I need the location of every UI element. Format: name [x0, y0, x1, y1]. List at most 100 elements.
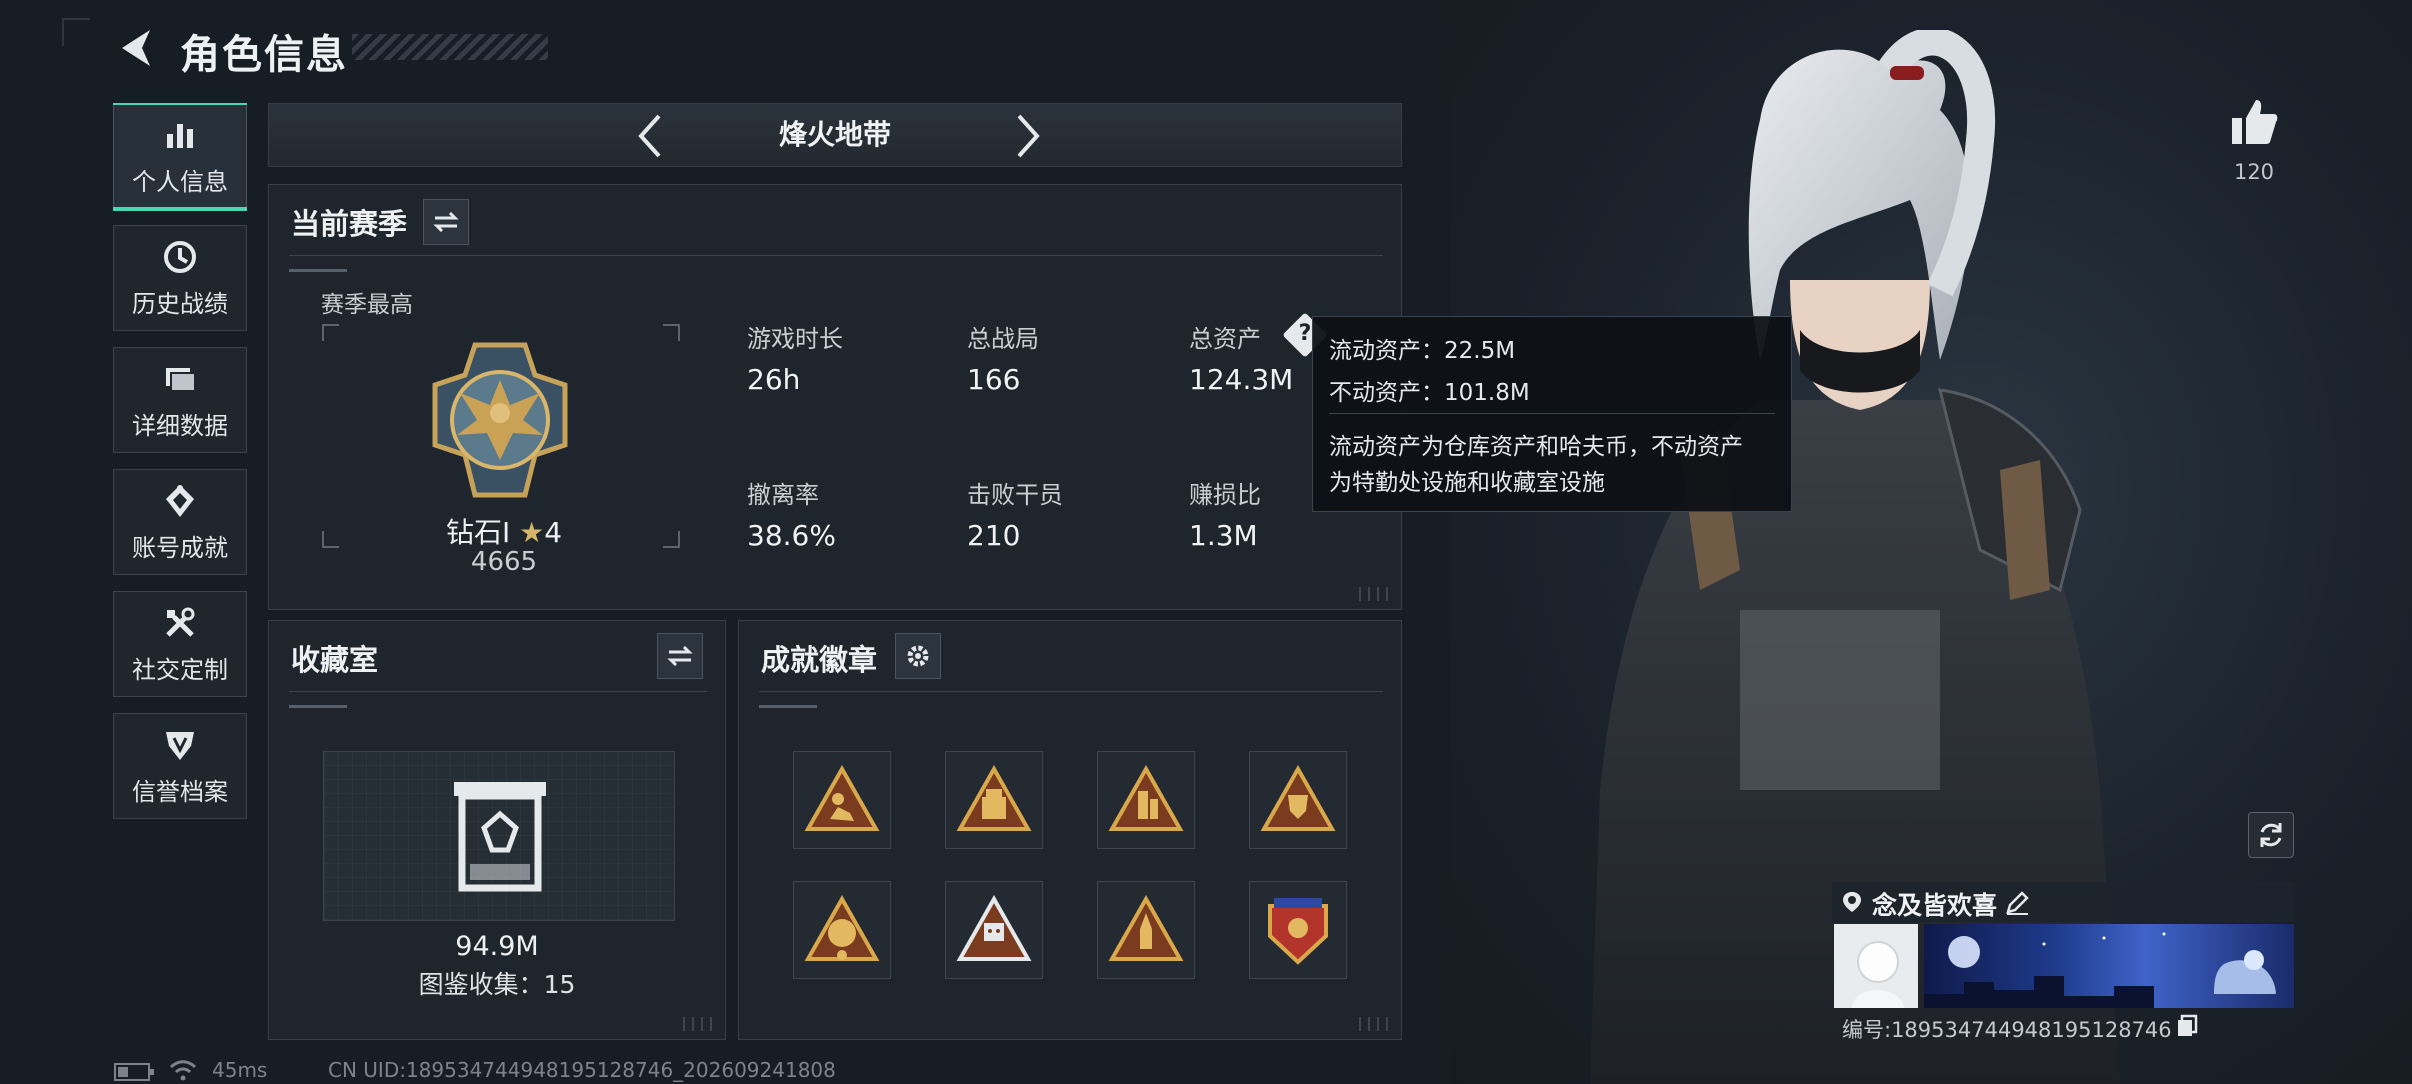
diamond-rank-emblem-icon [432, 342, 568, 498]
stat-label-extract-rate: 撤离率 [747, 481, 819, 509]
nav-label: 详细数据 [132, 411, 228, 440]
stat-label-matches: 总战局 [967, 325, 1039, 353]
collection-panel: 收藏室 94.9M 图鉴收集：15 [268, 620, 726, 1040]
folder-icon [166, 367, 196, 392]
badge-slot[interactable] [793, 881, 891, 979]
credit-shield-icon [166, 731, 194, 760]
collection-title: 收藏室 [291, 643, 379, 677]
stat-value-playtime: 26h [747, 363, 801, 396]
switch-collection-button[interactable] [657, 633, 703, 679]
badge-slot[interactable] [793, 751, 891, 849]
divider-tick [289, 269, 347, 272]
tooltip-divider [1329, 413, 1775, 414]
night-sky-banner-image [1924, 932, 2276, 1008]
edit-pencil-icon[interactable] [2004, 890, 2030, 916]
uid-text: CN UID:189534744948195128746_20260924180… [328, 1058, 836, 1082]
nav-item-detail-data[interactable]: 详细数据 [113, 347, 247, 453]
rank-stars: 4 [544, 516, 563, 549]
switch-season-button[interactable] [423, 199, 469, 245]
stat-label-assets: 总资产 [1189, 325, 1261, 353]
refresh-icon [2260, 823, 2282, 847]
chevron-left-icon[interactable] [629, 112, 673, 160]
chevron-right-icon[interactable] [1005, 112, 1049, 160]
stat-label-profit-ratio: 赚损比 [1189, 481, 1261, 509]
stat-value-assets: 124.3M [1189, 363, 1294, 396]
season-title: 当前赛季 [291, 207, 408, 241]
player-id: 编号:1895347449481951287​46 [1842, 1018, 2172, 1042]
collection-value: 94.9M [455, 931, 539, 962]
page-title: 角色信息 [180, 32, 348, 78]
stat-value-extract-rate: 38.6% [747, 519, 836, 552]
tooltip-description-line1: 流动资产为仓库资产和哈夫币，不动资产 [1329, 434, 1743, 460]
avatar[interactable] [1834, 924, 1918, 1008]
battery-icon [114, 1063, 154, 1081]
divider [759, 691, 1383, 692]
thumbs-up-icon[interactable] [2228, 96, 2280, 148]
badges-panel: 成就徽章 [738, 620, 1402, 1040]
title-decoration [352, 34, 548, 60]
player-name: 念及皆欢喜 [1872, 891, 1998, 920]
badge-crouch-icon [804, 765, 880, 831]
stat-value-matches: 166 [967, 363, 1021, 396]
corner-mark [62, 18, 90, 46]
bar-chart-icon [167, 123, 193, 148]
copy-icon[interactable] [2176, 1014, 2198, 1038]
nav-item-achievements[interactable]: 账号成就 [113, 469, 247, 575]
mode-selector: 烽火地带 [268, 103, 1402, 167]
divider-tick [289, 705, 347, 708]
profile-banner[interactable] [1924, 924, 2294, 1008]
collection-count: 图鉴收集：15 [418, 970, 576, 999]
swap-icon [433, 212, 459, 232]
badges-title: 成就徽章 [761, 643, 878, 677]
season-panel: 当前赛季 赛季最高 钻石Ⅰ ★4 4665 游戏时长 26h 总战局 166 总… [268, 184, 1402, 610]
badge-gold-fist-icon [804, 895, 880, 961]
rank-tier: 钻石Ⅰ [445, 516, 511, 549]
stat-label-kills: 击败干员 [967, 481, 1063, 509]
badge-slot[interactable] [1249, 881, 1347, 979]
tooltip-liquid-assets: 流动资产：22.5M [1329, 338, 1516, 364]
corner-decoration [1359, 587, 1393, 601]
stat-label-playtime: 游戏时长 [747, 325, 843, 353]
nav-label: 社交定制 [132, 655, 228, 684]
star-icon: ★ [519, 516, 545, 549]
nav-item-history[interactable]: 历史战绩 [113, 225, 247, 331]
tools-icon [166, 607, 195, 637]
rank-name: 钻石Ⅰ ★4 [419, 511, 589, 551]
collection-room-preview[interactable] [323, 751, 675, 921]
nav-label: 个人信息 [132, 167, 228, 196]
badge-slot[interactable] [945, 751, 1043, 849]
divider-tick [759, 705, 817, 708]
player-card: 念及皆欢喜 编号:1895347449481951287​46 [1832, 882, 2294, 1050]
badge-gear-kit-icon [1108, 765, 1184, 831]
badge-slot[interactable] [1097, 751, 1195, 849]
badge-robot-icon [956, 895, 1032, 961]
corner-decoration [1359, 1017, 1393, 1031]
assets-tooltip: 流动资产：22.5M 不动资产：101.8M 流动资产为仓库资产和哈夫币，不动资… [1312, 316, 1792, 512]
badge-settings-button[interactable] [895, 633, 941, 679]
back-arrow-icon[interactable] [112, 24, 160, 72]
nav-item-personal-info[interactable]: 个人信息 [113, 103, 247, 211]
gear-icon [907, 645, 929, 667]
corner-decoration [683, 1017, 717, 1031]
nav-label: 历史战绩 [132, 289, 228, 318]
rotate-view-button[interactable] [2248, 812, 2294, 858]
badge-supply-icon [956, 765, 1032, 831]
ping-value: 45ms [212, 1058, 268, 1082]
divider [289, 255, 1383, 256]
nav-item-social[interactable]: 社交定制 [113, 591, 247, 697]
badge-slot[interactable] [1249, 751, 1347, 849]
stat-value-kills: 210 [967, 519, 1021, 552]
nav-label: 账号成就 [132, 533, 228, 562]
badge-slot[interactable] [945, 881, 1043, 979]
nav-item-credit[interactable]: 信誉档案 [113, 713, 247, 819]
rank-score: 4665 [470, 547, 538, 577]
history-icon [164, 240, 196, 273]
vault-icon [454, 782, 546, 892]
stat-value-profit-ratio: 1.3M [1189, 519, 1258, 552]
badge-crest-icon [1268, 898, 1328, 965]
swap-icon [667, 646, 693, 666]
divider [289, 691, 707, 692]
badge-rocket-icon [1108, 895, 1184, 961]
badge-slot[interactable] [1097, 881, 1195, 979]
achievement-icon [166, 484, 194, 517]
